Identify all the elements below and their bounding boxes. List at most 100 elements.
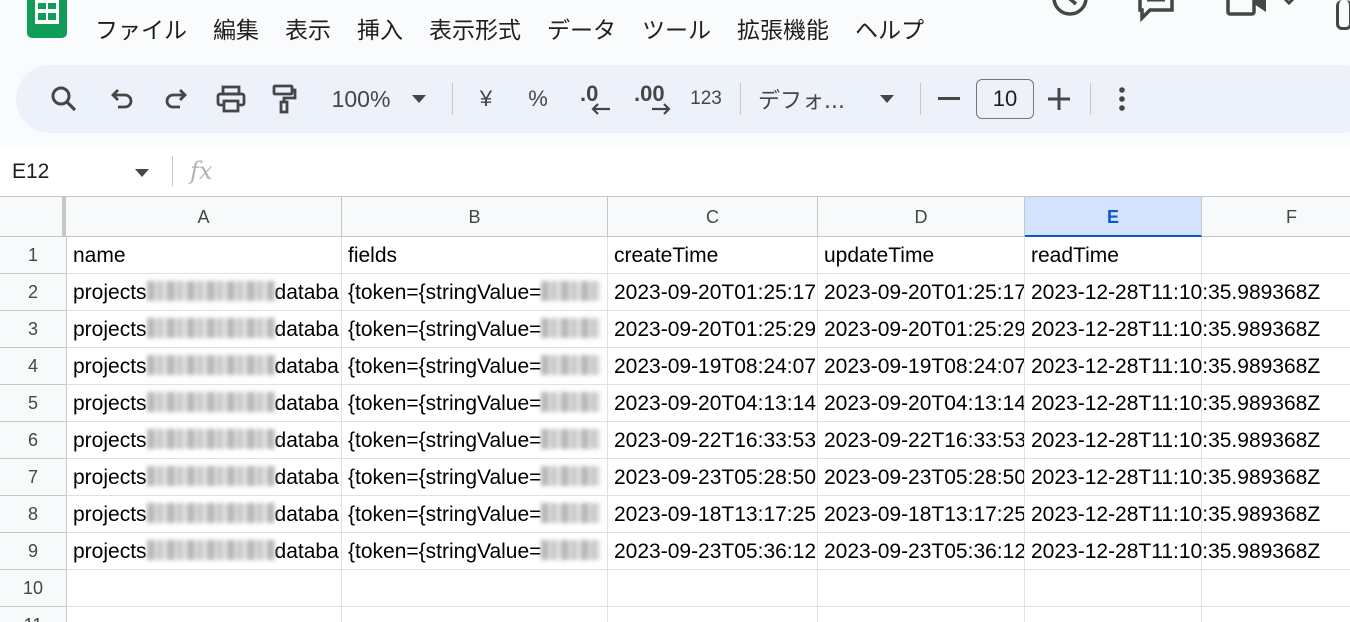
update-time-cell[interactable]: 2023-09-20T01:25:29 [818,311,1025,348]
menu-edit[interactable]: 編集 [200,14,272,48]
menu-view[interactable]: 表示 [272,14,344,48]
create-time-cell[interactable]: 2023-09-20T01:25:17 [608,274,818,311]
read-time-cell[interactable]: 2023-12-28T11:10:35.989368Z [1025,533,1320,570]
row-header[interactable]: 5 [0,385,67,422]
header-cell[interactable]: createTime [608,237,818,274]
format-currency-button[interactable]: ¥ [468,65,504,133]
menu-data[interactable]: データ [534,14,629,48]
create-time-cell[interactable]: 2023-09-19T08:24:07 [608,348,818,385]
column-header-e[interactable]: E [1025,197,1202,237]
menu-insert[interactable]: 挿入 [344,14,416,48]
cell[interactable] [342,607,608,622]
name-cell[interactable]: projects databa [67,311,342,348]
paint-format-button[interactable] [266,65,302,133]
column-header-b[interactable]: B [342,197,608,237]
create-time-cell[interactable]: 2023-09-20T04:13:14 [608,385,818,422]
cell[interactable] [1025,570,1202,607]
cell[interactable] [608,570,818,607]
header-cell[interactable]: name [67,237,342,274]
name-cell[interactable]: projects databa [67,385,342,422]
decrease-font-size-button[interactable] [932,65,966,133]
create-time-cell[interactable]: 2023-09-23T05:36:12 [608,533,818,570]
formula-input[interactable] [230,152,1340,192]
column-header-a[interactable]: A [66,197,342,237]
row-header[interactable]: 6 [0,422,67,459]
cell[interactable] [818,570,1025,607]
cell[interactable] [818,607,1025,622]
create-time-cell[interactable]: 2023-09-23T05:28:50 [608,459,818,496]
cell[interactable] [1202,237,1350,274]
create-time-cell[interactable]: 2023-09-18T13:17:25 [608,496,818,533]
row-header[interactable]: 7 [0,459,67,496]
name-cell[interactable]: projects databa [67,422,342,459]
fields-cell[interactable]: {token={stringValue= [342,459,608,496]
cell[interactable] [608,607,818,622]
comments-icon[interactable] [1136,0,1176,22]
read-time-cell[interactable]: 2023-12-28T11:10:35.989368Z [1025,385,1320,422]
menu-tools[interactable]: ツール [629,14,724,48]
cell[interactable] [67,570,342,607]
row-header[interactable]: 8 [0,496,67,533]
header-cell[interactable]: updateTime [818,237,1025,274]
row-header[interactable]: 3 [0,311,67,348]
update-time-cell[interactable]: 2023-09-22T16:33:53 [818,422,1025,459]
cell[interactable] [342,570,608,607]
menu-help[interactable]: ヘルプ [842,14,937,48]
read-time-cell[interactable]: 2023-12-28T11:10:35.989368Z [1025,496,1320,533]
name-cell[interactable]: projects databa [67,274,342,311]
row-header[interactable]: 2 [0,274,67,311]
name-cell[interactable]: projects databa [67,496,342,533]
version-history-icon[interactable] [1050,0,1090,22]
read-time-cell[interactable]: 2023-12-28T11:10:35.989368Z [1025,459,1320,496]
cell[interactable] [1202,570,1350,607]
row-header[interactable]: 10 [0,570,67,607]
name-cell[interactable]: projects databa [67,348,342,385]
meet-icon[interactable] [1226,0,1306,22]
row-header[interactable]: 1 [0,237,67,274]
redo-button[interactable] [156,65,196,133]
update-time-cell[interactable]: 2023-09-18T13:17:25 [818,496,1025,533]
update-time-cell[interactable]: 2023-09-20T04:13:14 [818,385,1025,422]
fields-cell[interactable]: {token={stringValue= [342,422,608,459]
chevron-down-icon[interactable] [134,168,150,178]
increase-decimal-button[interactable]: .00 [630,65,680,133]
update-time-cell[interactable]: 2023-09-20T01:25:17 [818,274,1025,311]
menu-extensions[interactable]: 拡張機能 [724,14,842,48]
read-time-cell[interactable]: 2023-12-28T11:10:35.989368Z [1025,422,1320,459]
increase-font-size-button[interactable] [1042,65,1076,133]
fields-cell[interactable]: {token={stringValue= [342,496,608,533]
print-button[interactable] [210,65,252,133]
undo-button[interactable] [102,65,142,133]
update-time-cell[interactable]: 2023-09-23T05:28:50 [818,459,1025,496]
update-time-cell[interactable]: 2023-09-19T08:24:07 [818,348,1025,385]
format-percent-button[interactable]: % [520,65,556,133]
update-time-cell[interactable]: 2023-09-23T05:36:12 [818,533,1025,570]
cell[interactable] [1202,607,1350,622]
number-format-button[interactable]: 123 [684,65,728,133]
read-time-cell[interactable]: 2023-12-28T11:10:35.989368Z [1025,274,1320,311]
column-header-d[interactable]: D [818,197,1025,237]
header-cell[interactable]: fields [342,237,608,274]
row-header[interactable]: 9 [0,533,67,570]
menu-format[interactable]: 表示形式 [416,14,534,48]
cell[interactable] [1025,607,1202,622]
search-menus-button[interactable] [44,65,84,133]
select-all-corner[interactable] [0,197,66,237]
fields-cell[interactable]: {token={stringValue= [342,274,608,311]
read-time-cell[interactable]: 2023-12-28T11:10:35.989368Z [1025,348,1320,385]
cell[interactable] [67,607,342,622]
row-header[interactable]: 4 [0,348,67,385]
fields-cell[interactable]: {token={stringValue= [342,385,608,422]
name-cell[interactable]: projects databa [67,533,342,570]
name-box[interactable]: E12 [12,148,49,196]
header-cell[interactable]: readTime [1025,237,1202,274]
read-time-cell[interactable]: 2023-12-28T11:10:35.989368Z [1025,311,1320,348]
font-size-input[interactable]: 10 [976,79,1034,119]
share-button[interactable] [1336,0,1350,30]
column-header-f[interactable]: F [1202,197,1350,237]
sheets-logo-icon[interactable] [24,0,70,38]
row-header[interactable]: 11 [0,607,67,622]
create-time-cell[interactable]: 2023-09-22T16:33:53 [608,422,818,459]
create-time-cell[interactable]: 2023-09-20T01:25:29 [608,311,818,348]
name-cell[interactable]: projects databa [67,459,342,496]
